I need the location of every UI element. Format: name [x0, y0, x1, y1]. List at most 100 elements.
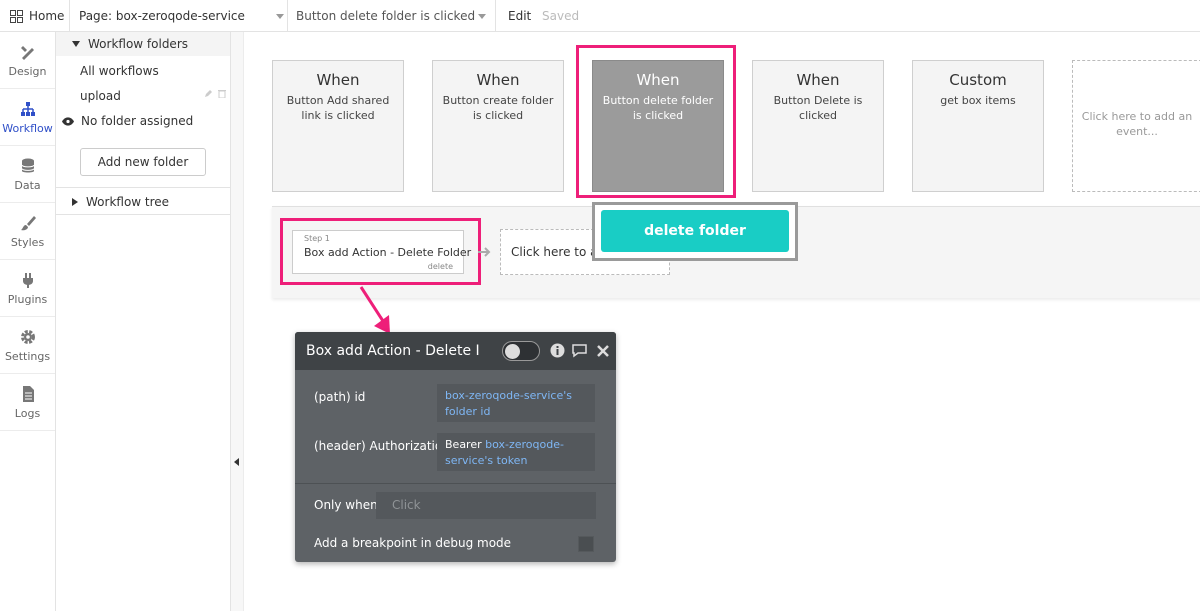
- pencil-icon[interactable]: [204, 89, 213, 98]
- saved-label: Saved: [542, 9, 580, 23]
- nav-design[interactable]: Design: [0, 32, 55, 89]
- nav-design-label: Design: [8, 65, 47, 78]
- edit-menu[interactable]: Edit: [508, 0, 531, 32]
- workflow-canvas: When Button Add shared link is clicked W…: [244, 32, 1200, 611]
- trash-icon[interactable]: [218, 89, 226, 98]
- event-selector[interactable]: Button delete folder is clicked: [296, 0, 486, 32]
- authorization-label: (header) Authorizatio: [314, 439, 443, 453]
- event-text: Button Delete is clicked: [773, 94, 863, 122]
- workflow-icon: [20, 102, 35, 116]
- only-when-label: Only when: [314, 498, 378, 512]
- event-heading: When: [476, 71, 520, 89]
- comment-icon[interactable]: [571, 343, 588, 358]
- path-id-value: box-zeroqode-service's folder id: [445, 389, 572, 418]
- left-nav: Design Workflow Data Styles Plugins Sett…: [0, 32, 56, 611]
- nav-logs-label: Logs: [14, 407, 41, 420]
- event-selector-label: Button delete folder is clicked: [296, 9, 476, 23]
- step-1-box[interactable]: Step 1 Box add Action - Delete Folder de…: [292, 230, 471, 274]
- folder-label: upload: [80, 89, 121, 103]
- top-bar: Home Page: box-zeroqode-service Button d…: [0, 0, 1200, 32]
- add-event-text: Click here to add an event...: [1081, 110, 1193, 138]
- path-id-field[interactable]: box-zeroqode-service's folder id: [437, 384, 595, 422]
- plug-icon: [22, 273, 33, 288]
- nav-plugins-label: Plugins: [7, 293, 48, 306]
- chevron-down-icon: [276, 13, 284, 19]
- folder-label: No folder assigned: [81, 114, 194, 128]
- brush-icon: [20, 216, 36, 231]
- divider: [287, 0, 288, 32]
- folder-label: All workflows: [80, 64, 159, 78]
- toggle-knob: [505, 344, 520, 359]
- caret-down-icon: [72, 41, 80, 47]
- nav-data-label: Data: [14, 179, 41, 192]
- folder-all-workflows[interactable]: All workflows: [80, 64, 159, 78]
- event-card[interactable]: Custom get box items: [912, 60, 1044, 192]
- add-new-folder-button[interactable]: Add new folder: [80, 148, 206, 176]
- folder-no-folder[interactable]: No folder assigned: [62, 114, 193, 128]
- editor-title: Box add Action - Delete I: [306, 343, 480, 359]
- gear-icon: [20, 330, 35, 344]
- event-card[interactable]: When Button Add shared link is clicked: [272, 60, 404, 192]
- only-when-input[interactable]: Click: [376, 492, 596, 519]
- design-tools-icon: [20, 46, 34, 60]
- edit-label: Edit: [508, 9, 532, 23]
- info-icon[interactable]: [550, 343, 565, 358]
- action-property-editor: Box add Action - Delete I (path) id box-…: [295, 332, 616, 562]
- divider: [56, 187, 230, 188]
- page-selector-label: Page: box-zeroqode-service: [79, 9, 245, 23]
- add-step-text: Click here to ad: [511, 245, 606, 259]
- nav-workflow-label: Workflow: [2, 122, 53, 135]
- nav-styles-label: Styles: [10, 236, 45, 249]
- workflow-tree-title: Workflow tree: [86, 195, 170, 209]
- event-card[interactable]: When Button Delete is clicked: [752, 60, 884, 192]
- delete-folder-button[interactable]: delete folder: [601, 210, 789, 252]
- nav-plugins[interactable]: Plugins: [0, 260, 55, 317]
- divider: [69, 0, 70, 32]
- add-event-card[interactable]: Click here to add an event...: [1072, 60, 1200, 192]
- divider: [56, 214, 230, 215]
- divider: [295, 483, 616, 484]
- database-icon: [21, 158, 34, 173]
- authorization-field[interactable]: Bearer box-zeroqode-service's token: [437, 433, 595, 471]
- grid-icon: [10, 9, 23, 23]
- event-text: Button Add shared link is clicked: [286, 94, 390, 122]
- event-card[interactable]: When Button create folder is clicked: [432, 60, 564, 192]
- event-text: Button create folder is clicked: [442, 94, 554, 122]
- path-id-label: (path) id: [314, 390, 366, 404]
- authorization-prefix: Bearer: [445, 438, 486, 451]
- workflow-folders-panel: Workflow folders All workflows upload No…: [56, 32, 231, 611]
- only-when-placeholder: Click: [392, 498, 421, 512]
- event-heading: Custom: [949, 71, 1007, 89]
- nav-styles[interactable]: Styles: [0, 203, 55, 260]
- arrow-right-icon: [478, 247, 491, 257]
- eye-icon[interactable]: [62, 116, 74, 126]
- toggle-switch[interactable]: [502, 341, 540, 361]
- event-text: get box items: [940, 94, 1016, 107]
- workflow-folders-header[interactable]: Workflow folders: [56, 32, 230, 56]
- folder-upload[interactable]: upload: [80, 89, 226, 103]
- editor-header: Box add Action - Delete I: [295, 332, 616, 370]
- nav-logs[interactable]: Logs: [0, 374, 55, 431]
- step-action: delete: [427, 262, 453, 271]
- chevron-down-icon: [478, 13, 486, 19]
- breakpoint-checkbox[interactable]: [578, 536, 594, 552]
- event-heading: When: [796, 71, 840, 89]
- step-title: Box add Action - Delete Folder: [304, 246, 472, 259]
- step-number: Step 1: [304, 234, 330, 243]
- nav-settings-label: Settings: [4, 350, 51, 363]
- save-status: Saved: [542, 0, 579, 32]
- page-selector[interactable]: Page: box-zeroqode-service: [79, 0, 284, 32]
- breakpoint-label: Add a breakpoint in debug mode: [314, 536, 512, 550]
- panel-collapse-gutter[interactable]: [231, 32, 244, 611]
- home-label: Home: [29, 9, 65, 23]
- nav-settings[interactable]: Settings: [0, 317, 55, 374]
- highlight-box: [576, 45, 736, 198]
- collapse-arrow-icon[interactable]: [234, 458, 239, 466]
- workflow-folders-title: Workflow folders: [88, 37, 189, 51]
- workflow-tree-header[interactable]: Workflow tree: [56, 190, 230, 214]
- close-icon[interactable]: [597, 345, 609, 357]
- nav-data[interactable]: Data: [0, 146, 55, 203]
- caret-right-icon: [72, 198, 78, 206]
- nav-workflow[interactable]: Workflow: [0, 89, 55, 146]
- home-button[interactable]: Home: [10, 0, 64, 32]
